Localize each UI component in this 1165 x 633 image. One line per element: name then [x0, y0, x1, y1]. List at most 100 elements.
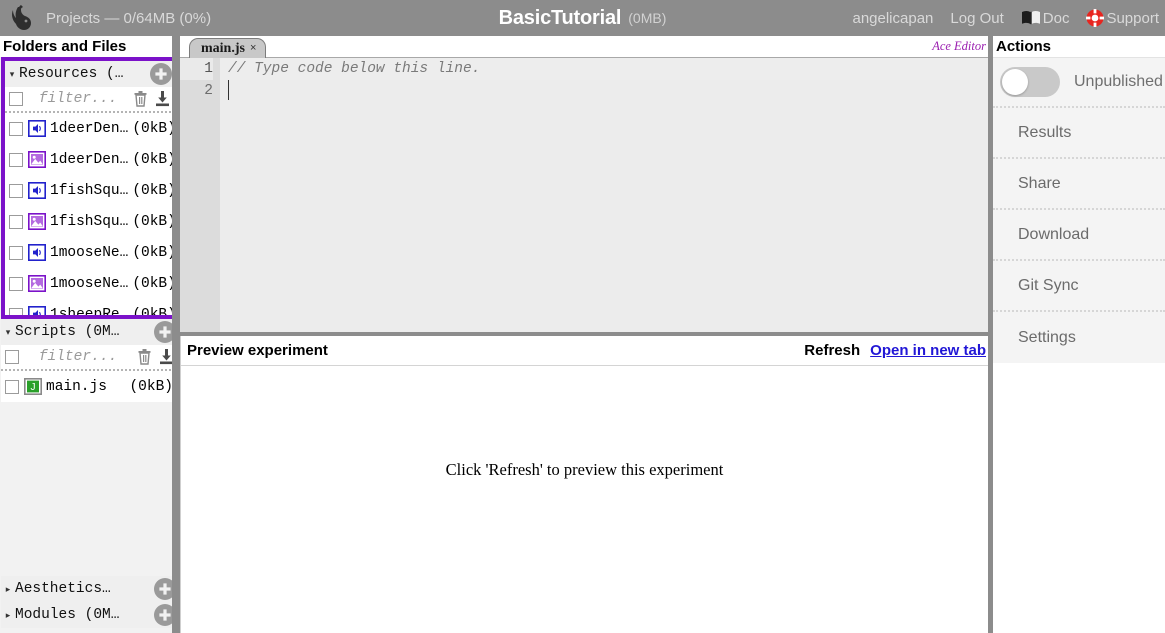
open-in-new-tab-link[interactable]: Open in new tab [870, 342, 986, 359]
file-checkbox[interactable] [5, 379, 19, 394]
list-item[interactable]: Jmain.js (0kB) [1, 371, 179, 402]
audio-file-icon [27, 244, 46, 262]
select-all-scripts-checkbox[interactable] [5, 350, 19, 364]
file-name: 1deerDen… [50, 120, 129, 137]
toggle-knob [1002, 69, 1028, 95]
logout-button[interactable]: Log Out [950, 10, 1003, 27]
file-name: 1fishSqu… [50, 182, 129, 199]
editor-engine-label: Ace Editor [932, 39, 986, 53]
list-item[interactable]: 1mooseNe… (0kB) [5, 237, 175, 268]
projects-link[interactable]: Projects — 0/64MB (0%) [46, 10, 211, 27]
delete-resources-icon[interactable] [133, 90, 150, 108]
action-item-share[interactable]: Share [993, 159, 1165, 210]
scripts-section-header[interactable]: ▾ Scripts (0M… [1, 319, 179, 345]
doc-link[interactable]: Doc [1021, 10, 1069, 27]
list-item[interactable]: 1fishSqu… (0kB) [5, 206, 175, 237]
add-resource-button[interactable] [150, 63, 172, 85]
page-title: BasicTutorial [498, 6, 622, 29]
preview-toolbar: Preview experiment Refresh Open in new t… [181, 336, 988, 365]
delete-scripts-icon[interactable] [137, 348, 154, 366]
top-bar: Projects — 0/64MB (0%) BasicTutorial (0M… [0, 0, 1165, 36]
download-resources-icon[interactable] [154, 90, 171, 108]
chevron-right-icon: ▸ [5, 609, 11, 620]
close-icon[interactable]: × [250, 43, 256, 54]
collapsed-section-0[interactable]: ▸ Aesthetics… [1, 576, 179, 602]
chevron-down-icon: ▾ [9, 68, 15, 79]
scripts-filter-row: filter... [1, 345, 179, 371]
audio-file-icon [27, 306, 46, 315]
resources-filter-input[interactable]: filter... [27, 91, 129, 107]
resources-panel: ▾ Resources (… filter... 1deerDen… (0kB)… [1, 57, 179, 319]
file-checkbox[interactable] [9, 152, 23, 167]
plus-icon [155, 68, 167, 80]
action-item-settings[interactable]: Settings [993, 312, 1165, 363]
list-item[interactable]: 1fishSqu… (0kB) [5, 175, 175, 206]
chevron-right-icon: ▸ [5, 583, 11, 594]
audio-file-icon [27, 120, 46, 138]
ibex-logo-icon [0, 0, 46, 36]
username-label: angelicapan [852, 9, 934, 27]
support-label: Support [1106, 9, 1159, 27]
file-checkbox[interactable] [9, 245, 23, 260]
life-ring-icon [1086, 9, 1105, 27]
scripts-filter-input[interactable]: filter... [23, 349, 133, 365]
action-item-results[interactable]: Results [993, 108, 1165, 159]
plus-icon [159, 583, 171, 595]
list-item[interactable]: 1sheepRe… (0kB) [5, 299, 175, 319]
code-editor: main.js × Ace Editor 12 // Type code bel… [180, 36, 988, 332]
resources-section-header[interactable]: ▾ Resources (… [5, 61, 175, 87]
preview-placeholder-message: Click 'Refresh' to preview this experime… [445, 459, 724, 479]
actions-title: Actions [993, 36, 1165, 57]
actions-panel: Actions Unpublished Results Share Download… [993, 36, 1165, 633]
select-all-resources-checkbox[interactable] [9, 92, 23, 106]
list-item[interactable]: 1deerDen… (0kB) [5, 144, 175, 175]
file-checkbox[interactable] [9, 214, 23, 229]
tab-main-js[interactable]: main.js × [189, 38, 267, 58]
collapsed-sections: ▸ Aesthetics… ▸ Modules (0M… [1, 576, 179, 628]
section-label: Aesthetics… [15, 581, 111, 597]
js-file-icon: J [23, 378, 42, 396]
file-name: 1mooseNe… [50, 244, 129, 261]
resources-file-list: 1deerDen… (0kB) 1deerDen… (0kB) 1fishSqu… (0k… [5, 113, 175, 319]
tab-label: main.js [201, 40, 245, 56]
list-item[interactable]: 1mooseNe… (0kB) [5, 268, 175, 299]
resources-filter-row: filter... [5, 87, 175, 113]
file-checkbox[interactable] [9, 276, 23, 291]
file-checkbox[interactable] [9, 183, 23, 198]
projects-label: Projects [46, 9, 101, 27]
support-link[interactable]: Support [1086, 9, 1159, 27]
app-root: Projects — 0/64MB (0%) BasicTutorial (0M… [0, 0, 1165, 633]
preview-actions: Refresh Open in new tab [804, 342, 986, 359]
plus-icon [159, 326, 171, 338]
file-name: main.js [46, 378, 107, 395]
code-line[interactable]: // Type code below this line. [220, 58, 988, 80]
action-item-download[interactable]: Download [993, 210, 1165, 261]
refresh-button[interactable]: Refresh [804, 342, 860, 359]
sidebar: Folders and Files ▾ Resources (… filter.… [0, 36, 179, 633]
sidebar-title: Folders and Files [0, 36, 172, 57]
scripts-label: Scripts (0M… [15, 324, 120, 340]
file-name: 1sheepRe… [50, 306, 129, 319]
file-checkbox[interactable] [9, 121, 23, 136]
collapsed-section-1[interactable]: ▸ Modules (0M… [1, 602, 179, 628]
line-number-gutter: 12 [180, 58, 220, 332]
text-caret [228, 80, 229, 100]
top-bar-right: angelicapan Log Out Doc Support [852, 0, 1159, 36]
publish-toggle[interactable] [1000, 67, 1060, 97]
code-area[interactable]: 12 // Type code below this line. [180, 58, 988, 332]
code-lines[interactable]: // Type code below this line. [220, 58, 988, 332]
file-checkbox[interactable] [9, 307, 23, 315]
list-item[interactable]: 1deerDen… (0kB) [5, 113, 175, 144]
file-name: 1deerDen… [50, 151, 129, 168]
book-icon [1021, 10, 1041, 27]
preview-panel: Preview experiment Refresh Open in new t… [180, 336, 988, 633]
sidebar-divider [172, 36, 180, 633]
image-file-icon [27, 213, 46, 231]
file-name: 1mooseNe… [50, 275, 129, 292]
resources-label: Resources (… [19, 66, 124, 82]
code-line[interactable] [220, 80, 988, 102]
preview-iframe[interactable]: Click 'Refresh' to preview this experime… [181, 365, 988, 633]
chevron-down-icon: ▾ [5, 326, 11, 337]
action-item-git-sync[interactable]: Git Sync [993, 261, 1165, 312]
publish-toggle-row[interactable]: Unpublished [993, 58, 1165, 108]
